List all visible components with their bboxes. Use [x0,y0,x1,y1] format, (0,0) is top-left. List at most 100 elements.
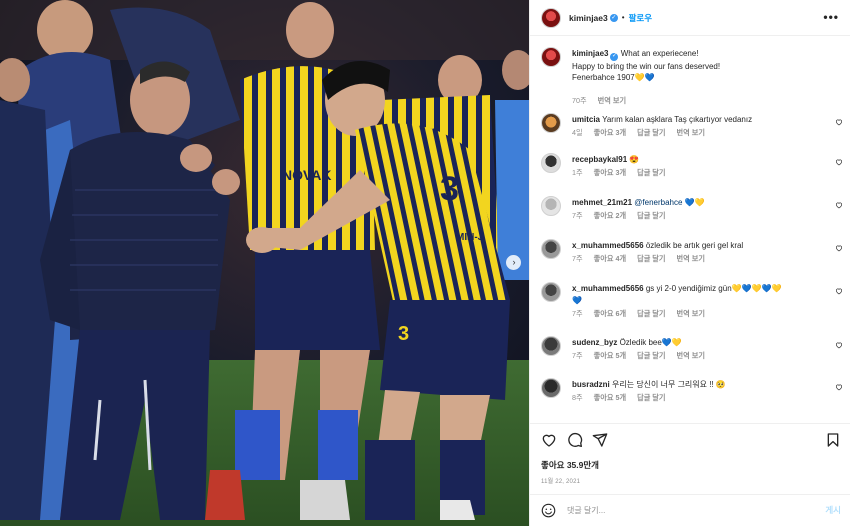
comment-likes[interactable]: 좋아요 2개 [594,211,626,220]
translate-link[interactable]: 번역 보기 [677,309,705,318]
comment-time: 4일 [572,128,583,137]
comment-avatar[interactable] [541,336,561,356]
caption-line-3: Fenerbahce 1907💛💙 [572,73,655,83]
comment-input[interactable] [567,502,807,519]
share-icon[interactable] [592,432,608,448]
caption-translate-link[interactable]: 번역 보기 [598,96,626,105]
comment-heart-icon[interactable] [835,118,843,126]
comment-avatar[interactable] [541,378,561,398]
heart-icon[interactable] [541,432,557,448]
celebration-photo: NOVAK Valen MIN-J 3 3 [0,0,529,526]
comment-heart-icon[interactable] [835,341,843,349]
author-username[interactable]: kiminjae3 [569,13,608,23]
comment-text: sudenz_byz Özledik bee💙💛 [572,337,822,349]
translate-link[interactable]: 번역 보기 [677,128,705,137]
comment-avatar[interactable] [541,196,561,216]
reply-link[interactable]: 답글 달기 [637,128,665,137]
caption-line-2: Happy to bring the win our fans deserved… [572,61,721,71]
reply-link[interactable]: 답글 달기 [637,309,665,318]
emoji-icon[interactable] [541,503,556,518]
caption-avatar[interactable] [541,47,561,67]
comment-username[interactable]: busradzni [572,380,610,389]
follow-button[interactable]: 팔로우 [629,12,652,24]
post-side-panel: kiminjae3 ✓ • 팔로우 ••• kiminjae3 ✓ What an… [529,0,850,526]
comment-text: x_muhammed5656 özledik be artık geri gel… [572,240,822,252]
comment-content: Özledik bee💙💛 [619,338,682,347]
comment-username[interactable]: mehmet_21m21 [572,198,632,207]
comment-meta: 1주 좋아요 3개 답글 달기 [572,168,675,178]
comment-likes[interactable]: 좋아요 3개 [594,128,626,137]
comment-time: 8주 [572,393,583,402]
jersey-number-back: 3 [440,170,459,208]
comment-username[interactable]: x_muhammed5656 [572,284,644,293]
comment-content: 😍 [629,155,640,164]
comment-heart-icon[interactable] [835,201,843,209]
comment-time: 7주 [572,309,583,318]
chevron-right-icon: › [512,257,516,267]
comment-meta: 7주 좋아요 2개 답글 달기 [572,211,675,221]
jersey-name-minjae: MIN-J [456,232,483,243]
comment-username[interactable]: recepbaykal91 [572,155,627,164]
comment-text: mehmet_21m21 @fenerbahce 💙💛 [572,197,822,209]
next-photo-button[interactable]: › [506,255,521,270]
comment-likes[interactable]: 좋아요 3개 [594,168,626,177]
comment-text: umitcia Yarım kalan aşklara Taş çıkartıy… [572,114,822,126]
post-actions: 좋아요 35.9만개 11월 22, 2021 [530,423,850,493]
comment-heart-icon[interactable] [835,287,843,295]
comment-likes[interactable]: 좋아요 4개 [594,254,626,263]
reply-link[interactable]: 답글 달기 [637,168,665,177]
comment-avatar[interactable] [541,282,561,302]
jersey-name-novak: NOVAK [282,167,332,183]
comment-likes[interactable]: 좋아요 5개 [594,393,626,402]
comment-text: recepbaykal91 😍 [572,154,822,166]
comment-likes[interactable]: 좋아요 6개 [594,309,626,318]
header-separator: • [621,13,625,22]
reply-link[interactable]: 답글 달기 [637,351,665,360]
post-photo: NOVAK Valen MIN-J 3 3 [0,0,529,526]
comment-heart-icon[interactable] [835,383,843,391]
comment-mention[interactable]: @fenerbahce [634,198,682,207]
comments-list[interactable]: kiminjae3 ✓ What an experiecene! Happy to… [530,37,850,422]
translate-link[interactable]: 번역 보기 [677,351,705,360]
comment-heart-icon[interactable] [835,244,843,252]
comment-avatar[interactable] [541,239,561,259]
more-options-icon[interactable]: ••• [823,10,839,24]
caption-line-1: What an experiecene! [620,49,699,58]
comment-composer: 게시 [530,494,850,526]
comment-username[interactable]: sudenz_byz [572,338,617,347]
reply-link[interactable]: 답글 달기 [637,393,665,402]
comment-time: 7주 [572,211,583,220]
comment-meta: 8주 좋아요 5개 답글 달기 [572,393,675,403]
comment-text: busradzni 우리는 당신이 너무 그리워요 !! 🥺 [572,379,822,391]
comment-content-line-2: 💙 [572,295,582,305]
reply-link[interactable]: 답글 달기 [637,211,665,220]
caption-meta: 70주 번역 보기 [572,96,635,106]
comment-likes[interactable]: 좋아요 5개 [594,351,626,360]
shorts-number: 3 [398,323,409,345]
comment-avatar[interactable] [541,113,561,133]
comment-time: 1주 [572,168,583,177]
comment-icon[interactable] [567,432,583,448]
comment-meta: 7주 좋아요 6개 답글 달기 번역 보기 [572,309,714,319]
comment-content: 우리는 당신이 너무 그리워요 !! 🥺 [612,380,726,389]
comment-username[interactable]: x_muhammed5656 [572,241,644,250]
reply-link[interactable]: 답글 달기 [637,254,665,263]
comment-heart-icon[interactable] [835,158,843,166]
comment-time: 7주 [572,254,583,263]
comment-content: gs yi 2-0 yendiğimiz gün💛💙💛💙💛 [645,284,782,293]
author-avatar[interactable] [541,7,561,28]
comment-avatar[interactable] [541,153,561,173]
comment-content: 💙💛 [684,198,705,207]
comment-content: Yarım kalan aşklara Taş çıkartıyor vedan… [602,115,753,124]
comment-username[interactable]: umitcia [572,115,600,124]
verified-badge-icon: ✓ [609,13,618,22]
post-comment-button[interactable]: 게시 [825,504,841,516]
comment-meta: 7주 좋아요 4개 답글 달기 번역 보기 [572,254,714,264]
comment-content: özledik be artık geri gel kral [645,241,744,250]
caption-username[interactable]: kiminjae3 [572,49,608,58]
verified-badge-icon: ✓ [610,52,619,61]
bookmark-icon[interactable] [825,432,841,448]
like-count[interactable]: 좋아요 35.9만개 [541,459,599,471]
post-header: kiminjae3 ✓ • 팔로우 ••• [530,0,850,36]
translate-link[interactable]: 번역 보기 [677,254,705,263]
